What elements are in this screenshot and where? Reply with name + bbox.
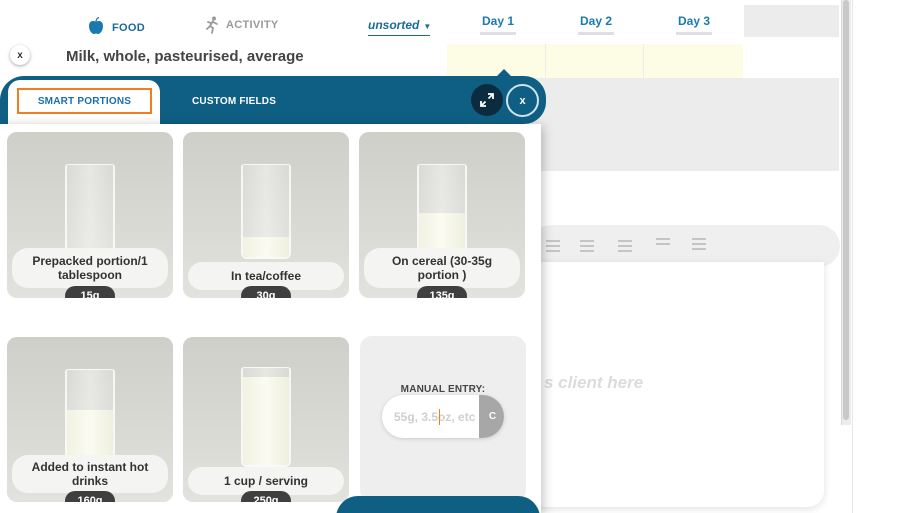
portion-label: Added to instant hot drinks (12, 455, 168, 493)
tab-activity[interactable]: ACTIVITY (204, 16, 279, 34)
portion-card-135g[interactable]: On cereal (30-35g portion ) 135g (359, 132, 525, 298)
day-header-filler (744, 5, 839, 37)
running-person-icon (206, 16, 218, 34)
milk-fill (243, 377, 289, 465)
portion-weight-badge: 30g (241, 286, 291, 298)
portion-card-250g[interactable]: 1 cup / serving 250g (183, 337, 349, 502)
day-values-row (447, 44, 743, 78)
image-icon[interactable] (692, 238, 706, 250)
sort-dropdown-value: unsorted (368, 18, 420, 32)
modal-footer-button[interactable] (336, 496, 540, 513)
numbered-list-icon[interactable] (618, 240, 632, 252)
expand-button[interactable] (471, 84, 503, 116)
portion-weight-badge: 135g (417, 286, 467, 298)
glass-image (241, 164, 291, 259)
expand-icon (480, 93, 494, 107)
day-1-tab[interactable]: Day 1 (463, 14, 533, 28)
tab-activity-label: ACTIVITY (226, 19, 279, 31)
portion-weight-badge: 250g (241, 491, 291, 502)
glass-image (417, 164, 467, 259)
notes-editor-placeholder: s client here (544, 373, 644, 392)
portion-label: Prepacked portion/1 tablespoon (12, 248, 168, 288)
manual-entry-confirm-button[interactable]: C (479, 395, 504, 438)
align-icon[interactable] (546, 240, 560, 252)
manual-entry-title: MANUAL ENTRY: (400, 384, 486, 395)
manual-entry-input[interactable] (394, 407, 478, 427)
column-divider (545, 44, 546, 78)
manual-entry-card: MANUAL ENTRY: C (360, 336, 526, 502)
tab-food-label: FOOD (112, 22, 145, 34)
sort-dropdown[interactable]: unsorted ▼ (368, 18, 432, 36)
modal-header: SMART PORTIONS CUSTOM FIELDS x (0, 76, 546, 124)
glass-image (65, 369, 115, 464)
page: FOOD ACTIVITY unsorted ▼ x Milk, whole, p… (0, 0, 900, 513)
milk-fill (243, 237, 289, 257)
day-3-tab[interactable]: Day 3 (659, 14, 729, 28)
portion-card-15g[interactable]: Prepacked portion/1 tablespoon 15g (7, 132, 173, 298)
glass-image (241, 367, 291, 467)
bullet-list-icon[interactable] (580, 240, 594, 252)
glass-image (65, 164, 115, 259)
day-1-underline (480, 32, 516, 35)
portion-card-30g[interactable]: In tea/coffee 30g (183, 132, 349, 298)
day-2-tab[interactable]: Day 2 (561, 14, 631, 28)
tab-custom-fields[interactable]: CUSTOM FIELDS (192, 96, 276, 107)
portion-card-160g[interactable]: Added to instant hot drinks 160g (7, 337, 173, 502)
tab-smart-portions-label[interactable]: SMART PORTIONS (17, 88, 152, 114)
chevron-down-icon: ▼ (423, 22, 432, 31)
food-name: Milk, whole, pasteurised, average (66, 48, 304, 65)
portion-weight-badge: 160g (65, 491, 115, 502)
portion-weight-badge: 15g (65, 286, 115, 298)
apple-icon (89, 17, 103, 34)
column-divider (643, 44, 644, 78)
tab-food[interactable]: FOOD (58, 6, 176, 50)
remove-food-button[interactable]: x (10, 45, 30, 65)
portion-label: On cereal (30-35g portion ) (364, 248, 520, 288)
text-cursor (439, 409, 440, 425)
manual-entry-field-wrapper: C (382, 395, 504, 438)
day-3-underline (676, 32, 712, 35)
modal-close-button[interactable]: x (506, 84, 539, 117)
scrollbar-thumb[interactable] (843, 0, 849, 420)
right-border (852, 0, 853, 513)
editor-toolbar (530, 225, 840, 267)
day-2-underline (578, 32, 614, 35)
horizontal-rule-icon[interactable] (656, 238, 670, 250)
